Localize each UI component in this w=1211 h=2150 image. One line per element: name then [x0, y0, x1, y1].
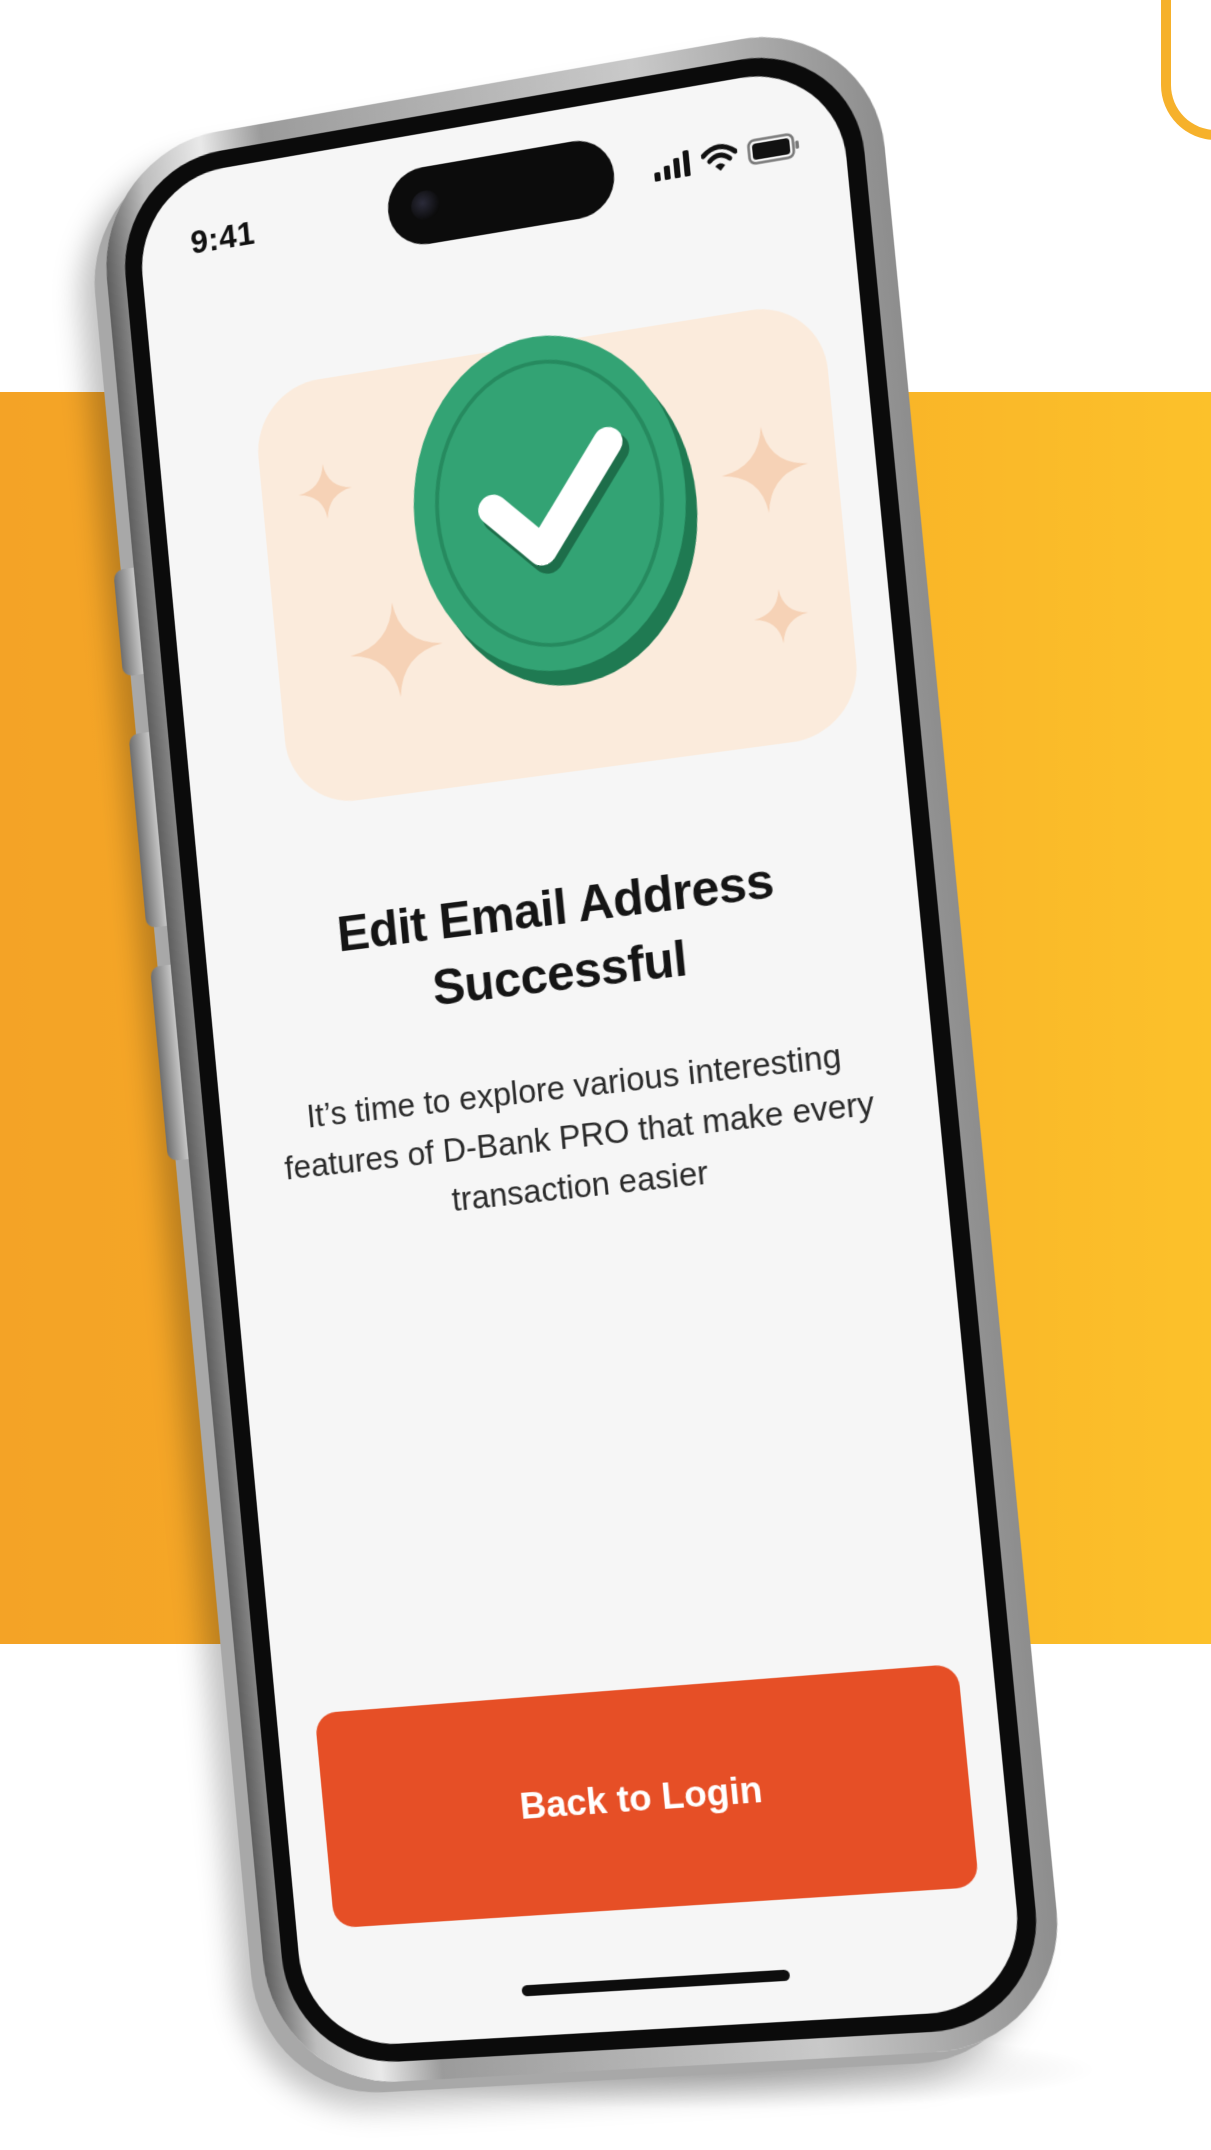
home-indicator	[521, 1969, 791, 1997]
dynamic-island	[384, 134, 618, 251]
back-to-login-button[interactable]: Back to Login	[314, 1663, 980, 1929]
front-camera	[409, 188, 442, 223]
success-description: It’s time to explore various interesting…	[283, 1036, 876, 1219]
sparkle-icon	[751, 585, 811, 648]
success-title: Edit Email Address Successful	[240, 834, 884, 1043]
sparkle-icon	[717, 420, 813, 520]
marketing-stage: 9:41 Edit Email Address Successful It’s …	[0, 0, 1211, 2150]
battery-icon	[746, 131, 801, 166]
corner-accent-shape	[1161, 0, 1211, 140]
sparkle-icon	[295, 459, 355, 523]
success-illustration	[252, 298, 864, 810]
wifi-icon	[700, 141, 739, 172]
phone-mockup: 9:41 Edit Email Address Successful It’s …	[95, 16, 1070, 2089]
status-time: 9:41	[188, 214, 257, 261]
checkmark-coin-icon	[399, 315, 713, 704]
status-icons	[652, 129, 801, 184]
cellular-signal-icon	[654, 149, 691, 182]
